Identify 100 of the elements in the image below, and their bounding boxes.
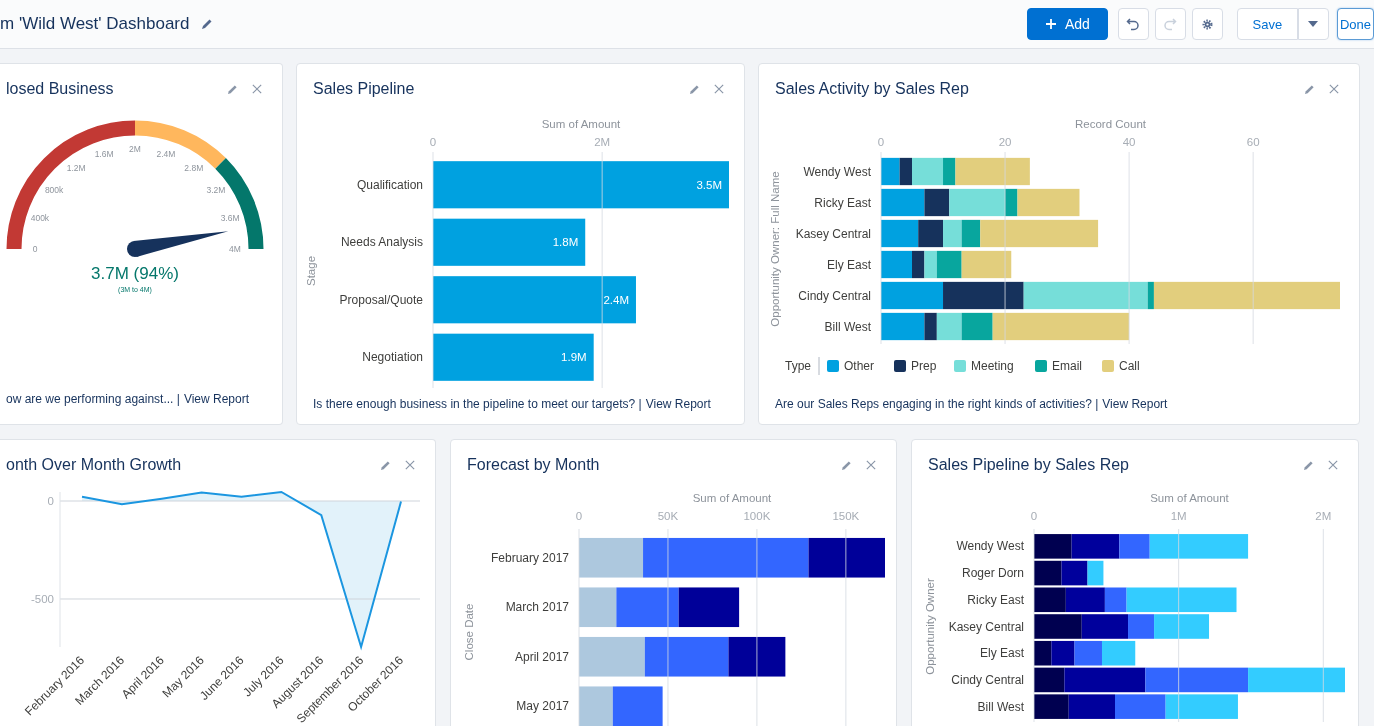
category-label: Cindy Central	[951, 672, 1024, 687]
axis-tick-label: 20	[998, 136, 1012, 148]
gauge-tick-label: 1.2M	[66, 163, 86, 174]
save-button[interactable]: Save	[1236, 8, 1298, 40]
gauge-tick-label: 3.6M	[220, 213, 240, 224]
bar-segment	[1034, 560, 1062, 586]
card-title: Sales Activity by Sales Rep	[775, 80, 970, 98]
view-report-link[interactable]: View Report	[1102, 397, 1168, 411]
legend-label: Meeting	[971, 359, 1014, 373]
category-label: Proposal/Quote	[339, 292, 423, 307]
category-label: Bill West	[824, 319, 871, 334]
legend-label: Email	[1052, 359, 1082, 373]
axis-tick-label: 2M	[1315, 510, 1332, 522]
settings-button[interactable]	[1191, 8, 1223, 40]
category-label: Ely East	[827, 257, 871, 272]
close-icon[interactable]	[714, 84, 724, 94]
data-label: 1.9M	[561, 351, 587, 364]
add-button[interactable]: Add	[1026, 8, 1108, 40]
axis-title: Sum of Amount	[541, 118, 621, 130]
category-label: Qualification	[356, 177, 423, 192]
gauge-tick-label: 4M	[229, 244, 241, 254]
category-label: Needs Analysis	[340, 235, 423, 250]
category-label: February 2017	[490, 550, 569, 565]
bar-segment	[678, 587, 740, 628]
category-label: May 2017	[516, 699, 569, 714]
category-label: Ely East	[980, 646, 1024, 661]
axis-title: Opportunity Owner: Full Name	[769, 171, 781, 327]
gauge-tick-label: 400k	[30, 213, 50, 224]
category-label: Kasey Central	[948, 619, 1024, 634]
view-report-link[interactable]: View Report	[183, 392, 250, 406]
edit-icon[interactable]	[841, 459, 852, 471]
category-label: Cindy Central	[798, 288, 871, 303]
close-icon[interactable]	[1329, 84, 1339, 94]
axis-tick-label: 0	[575, 510, 583, 522]
gauge-tick-label: 3.2M	[206, 185, 226, 196]
category-label: Ricky East	[967, 592, 1024, 607]
undo-button[interactable]	[1117, 8, 1149, 40]
gauge-tick-label: 2M	[129, 144, 141, 154]
category-label: April 2017	[514, 649, 569, 664]
card-title: Forecast by Month	[467, 456, 601, 474]
category-label: March 2017	[505, 600, 569, 615]
axis-title: Sum of Amount	[692, 492, 772, 504]
axis-tick-label: 50K	[657, 510, 679, 522]
card-question: Is there enough business in the pipeline to meet our targets? |	[313, 397, 642, 411]
pencil-icon[interactable]	[201, 18, 214, 30]
axis-tick-label: 0	[47, 495, 54, 507]
data-label: 2.4M	[603, 293, 629, 306]
view-report-link[interactable]: View Report	[645, 397, 711, 411]
axis-tick-label: 0	[1030, 510, 1038, 522]
category-label: Kasey Central	[795, 226, 871, 241]
bar-segment	[579, 636, 645, 677]
edit-icon[interactable]	[227, 83, 238, 95]
gauge-tick-label: 0	[32, 244, 38, 254]
edit-icon[interactable]	[689, 83, 700, 95]
card-question: ow are we performing against... |	[6, 392, 180, 406]
axis-title: Stage	[305, 255, 317, 287]
axis-tick-label: 150K	[832, 510, 860, 522]
card-title: onth Over Month Growth	[6, 456, 183, 474]
category-label: Wendy West	[803, 164, 871, 179]
axis-tick-label: 1M	[1170, 510, 1187, 522]
legend-label: Prep	[911, 359, 937, 373]
plus-icon	[1044, 18, 1057, 30]
close-icon[interactable]	[252, 84, 262, 94]
edit-icon[interactable]	[380, 459, 391, 471]
bar-segment	[943, 219, 962, 248]
axis-tick-label: 40	[1122, 136, 1136, 148]
gauge-tick-label: 800k	[44, 185, 64, 196]
caret-icon	[1308, 21, 1319, 27]
axis-title: Opportunity Owner	[924, 578, 936, 675]
close-icon[interactable]	[866, 460, 876, 470]
close-icon[interactable]	[1328, 460, 1338, 470]
card-title: Sales Pipeline	[313, 80, 416, 98]
gauge-tick-label: 2.4M	[156, 148, 176, 159]
axis-tick-label: 2M	[594, 136, 611, 148]
close-icon[interactable]	[405, 460, 415, 470]
category-label: Ricky East	[814, 195, 871, 210]
data-label: 1.8M	[552, 236, 579, 249]
gear-icon	[1200, 17, 1214, 31]
legend-label: Other	[844, 359, 874, 373]
dashboard-title: m 'Wild West' Dashboard	[0, 14, 190, 34]
axis-title: Close Date	[463, 603, 475, 661]
card-question: Are our Sales Reps engaging in the right kinds of activities? |	[775, 397, 1099, 411]
done-button[interactable]: Done	[1336, 8, 1374, 40]
axis-tick-label: 100K	[743, 510, 771, 522]
bar-segment	[881, 281, 944, 310]
legend-title: Type	[785, 359, 811, 373]
gauge-tick-label: 2.8M	[184, 163, 204, 174]
axis-title: Record Count	[1075, 118, 1146, 130]
bar-segment	[1034, 534, 1072, 559]
data-label: 3.5M	[696, 178, 722, 191]
category-label: Bill West	[977, 699, 1024, 714]
category-label: Roger Dorn	[961, 566, 1024, 581]
axis-tick-label: 60	[1246, 136, 1260, 148]
edit-icon[interactable]	[1304, 83, 1315, 95]
save-menu-button[interactable]	[1297, 8, 1329, 40]
gauge-value: 3.7M (94%)	[91, 264, 179, 283]
category-label: Negotiation	[362, 350, 423, 365]
legend-label: Call	[1119, 359, 1140, 373]
axis-title: Sum of Amount	[1150, 492, 1229, 504]
edit-icon[interactable]	[1303, 459, 1314, 471]
